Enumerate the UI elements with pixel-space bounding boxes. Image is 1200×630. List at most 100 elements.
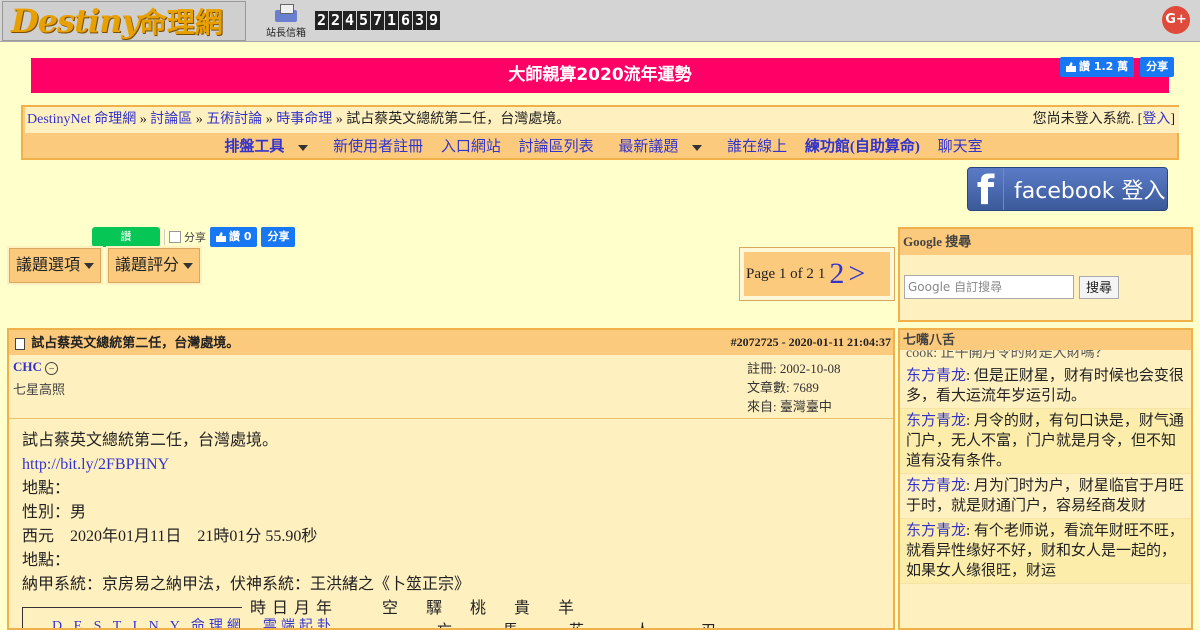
nav-latest-topics-label: 最新議題 (618, 139, 679, 155)
online-status-icon: – (45, 361, 59, 375)
site-logo[interactable]: Destiny 命理網 (2, 1, 246, 41)
login-status: 您尚未登入系統. [登入] (1032, 112, 1175, 127)
chat-user[interactable]: 东方青龙 (906, 523, 966, 539)
post-header: 試占蔡英文總統第二任，台灣處境。 #2072725 - 2020-01-11 2… (9, 330, 893, 355)
mailbox-label: 站長信箱 (266, 28, 306, 39)
author-post-count: 文章數: 7689 (747, 380, 819, 395)
breadcrumb-sep: » (195, 112, 203, 127)
page-1: 1 (817, 265, 826, 282)
login-link[interactable]: 登入 (1142, 112, 1170, 127)
breadcrumb-current: 試占蔡英文總統第二任，台灣處境。 (346, 112, 571, 127)
next-page-link[interactable]: > (848, 257, 865, 291)
breadcrumb-sep: » (265, 112, 273, 127)
webmaster-mailbox[interactable]: 站長信箱 (262, 4, 310, 39)
chat-user[interactable]: 东方青龙 (906, 368, 966, 384)
post-id-time[interactable]: #2072725 - 2020-01-11 21:04:37 (731, 330, 891, 355)
counter-digit: 2 (315, 11, 328, 30)
chat-box: 七嘴八舌 cook: 正午開月令的財是大財嗎？ 东方青龙: 但是正财星，财有时候… (898, 328, 1193, 630)
document-icon (15, 338, 25, 351)
counter-digit: 3 (413, 11, 426, 30)
counter-digit: 2 (329, 11, 342, 30)
nav-latest-topics[interactable]: 最新議題 (611, 139, 709, 155)
author-location: 來自: 臺灣臺中 (747, 399, 832, 414)
counter-digit: 7 (371, 11, 384, 30)
chat-title: 七嘴八舌 (900, 330, 1191, 350)
login-status-text: 您尚未登入系統. (1032, 112, 1135, 127)
post-line: 試占蔡英文總統第二任，台灣處境。 (22, 432, 279, 449)
google-plus-icon[interactable]: G+ (1162, 6, 1190, 34)
facebook-icon: f (968, 168, 1004, 214)
nav-portal[interactable]: 入口網站 (441, 139, 501, 155)
thumbs-up-icon (216, 232, 226, 242)
fb-like-button[interactable]: 讚 1.2 萬 (1060, 57, 1135, 77)
post-line: 性別：男 (22, 504, 87, 521)
fb-like-bar-top: 讚 1.2 萬 分享 (1060, 57, 1175, 77)
fb-share-button-post[interactable]: 分享 (261, 227, 296, 247)
author-registered: 註冊: 2002-10-08 (747, 361, 841, 376)
chat-message: 东方青龙: 有个老师说，看流年财旺不旺，就看异性缘好不好，财和女人是一起的，如果… (900, 519, 1191, 584)
navigation-box: DestinyNet 命理網 » 討論區 » 五術討論 » 時事命理 » 試占蔡… (21, 105, 1179, 160)
chat-user[interactable]: 东方青龙 (906, 413, 966, 429)
chevron-down-icon (183, 263, 194, 270)
post-line: 地點： (22, 480, 71, 497)
google-search-title: Google 搜尋 (900, 229, 1191, 255)
topic-rating-label: 議題評分 (115, 257, 180, 274)
facebook-login-button[interactable]: f facebook 登入 (967, 167, 1168, 214)
chevron-down-icon (692, 144, 703, 151)
topic-options-label: 議題選項 (16, 257, 81, 274)
top-bar: Destiny 命理網 站長信箱 2 2 4 5 7 1 6 3 9 G+ (0, 0, 1200, 42)
pagination-inner: Page 1 of 2 1 2 > (744, 252, 890, 296)
visitor-counter: 2 2 4 5 7 1 6 3 9 (315, 11, 440, 30)
chat-message: 东方青龙: 月令的财，有句口诀是，财气通门户，无人不富，门户就是月令，但不知道有… (900, 409, 1191, 474)
logo-text-en: Destiny (11, 2, 140, 40)
breadcrumb-current-events[interactable]: 時事命理 (276, 112, 332, 127)
facebook-login-label: facebook 登入 (1014, 179, 1166, 204)
page-info: Page 1 of 2 (746, 265, 814, 282)
post-line: 納甲系統：京房易之納甲法，伏神系統：王洪緒之《卜筮正宗》 (22, 576, 471, 593)
chat-list: 东方青龙: 但是正财星，财有时候也会变很多，看大运流年岁运引动。 东方青龙: 月… (900, 364, 1191, 584)
page-2-link[interactable]: 2 (829, 257, 844, 291)
fb-share-button[interactable]: 分享 (1140, 57, 1175, 77)
breadcrumb-forum[interactable]: 討論區 (150, 112, 192, 127)
fb-like-post-label: 讚 0 (229, 230, 252, 243)
chat-user[interactable]: 东方青龙 (906, 478, 966, 494)
chat-cut-message: cook: 正午開月令的財是大財嗎？ (906, 350, 1109, 361)
chart-row: 亡 馬 花 人 刃 (437, 619, 734, 628)
post-line: 地點： (22, 552, 71, 569)
post-author[interactable]: CHC (13, 359, 42, 374)
nav-chatroom[interactable]: 聊天室 (938, 139, 983, 155)
chevron-down-icon (298, 144, 309, 151)
post-link[interactable]: http://bit.ly/2FBPHNY (22, 456, 169, 473)
pagination: Page 1 of 2 1 2 > (739, 247, 895, 301)
google-search-button[interactable]: 搜尋 (1079, 276, 1119, 299)
post-meta: CHC – 七星高照 註冊: 2002-10-08 文章數: 7689 來自: … (9, 355, 893, 419)
post-line: 西元 2020年01月11日 21時01分 55.90秒 (22, 528, 318, 545)
chat-message: 东方青龙: 月为门时为户，财星临官于月旺于时，就是财通门户，容易经商发财 (900, 474, 1191, 519)
nav-register[interactable]: 新使用者註冊 (333, 139, 423, 155)
post-title: 試占蔡英文總統第二任，台灣處境。 (31, 335, 240, 350)
google-search-input[interactable]: Google 自訂搜尋 (904, 275, 1074, 299)
nav-chart-tools[interactable]: 排盤工具 (217, 139, 315, 155)
fb-like-button-post[interactable]: 讚 0 (210, 227, 258, 247)
share-checkbox-group[interactable]: 分享 (164, 229, 206, 245)
promo-banner[interactable]: 大師親算2020流年運勢 (31, 58, 1169, 93)
chart-header: 時日月年 空 驛 桃 貴 羊 (250, 600, 581, 617)
mailbox-icon (273, 4, 299, 22)
breadcrumb-wushu[interactable]: 五術討論 (206, 112, 262, 127)
nav-forum-list[interactable]: 討論區列表 (519, 139, 594, 155)
share-label: 分享 (184, 231, 206, 244)
topic-options-button[interactable]: 議題選項 (6, 246, 104, 285)
breadcrumb-home[interactable]: DestinyNet 命理網 (27, 112, 136, 127)
share-row: 讚 分享 讚 0 分享 (92, 227, 296, 247)
nav-practice-hall[interactable]: 練功館(自助算命) (805, 139, 920, 155)
counter-digit: 5 (357, 11, 370, 30)
chevron-down-icon (84, 263, 95, 270)
line-like-button[interactable]: 讚 (92, 227, 160, 247)
topic-rating-button[interactable]: 議題評分 (105, 246, 203, 285)
google-search-box: Google 搜尋 Google 自訂搜尋 搜尋 (898, 227, 1193, 322)
counter-digit: 4 (343, 11, 356, 30)
nav-who-online[interactable]: 誰在線上 (727, 139, 787, 155)
breadcrumb: DestinyNet 命理網 » 討論區 » 五術討論 » 時事命理 » 試占蔡… (25, 107, 1179, 133)
share-checkbox[interactable] (169, 231, 181, 243)
chat-message: 东方青龙: 但是正财星，财有时候也会变很多，看大运流年岁运引动。 (900, 364, 1191, 409)
